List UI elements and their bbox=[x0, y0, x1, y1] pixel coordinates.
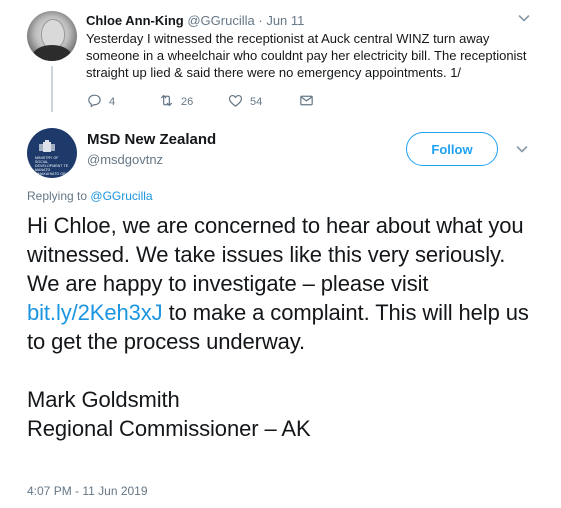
chevron-down-icon[interactable] bbox=[514, 141, 530, 157]
like-action[interactable]: 54 bbox=[227, 93, 262, 111]
like-icon bbox=[227, 92, 244, 112]
main-text-part1: Hi Chloe, we are concerned to hear about… bbox=[27, 213, 524, 296]
crest-logo bbox=[39, 140, 55, 152]
reply-icon bbox=[86, 92, 103, 112]
retweet-action[interactable]: 26 bbox=[158, 93, 193, 111]
retweet-icon bbox=[158, 92, 175, 112]
signature-name: Mark Goldsmith bbox=[27, 387, 180, 412]
replying-to-handle-link[interactable]: @GGrucilla bbox=[90, 189, 152, 203]
reply-count: 4 bbox=[109, 96, 116, 108]
main-author-name[interactable]: MSD New Zealand bbox=[87, 131, 216, 148]
replying-to: Replying to @GGrucilla bbox=[27, 189, 153, 203]
replying-prefix: Replying to bbox=[27, 189, 88, 203]
main-tweet-text: Hi Chloe, we are concerned to hear about… bbox=[27, 211, 537, 443]
avatar-chloe[interactable] bbox=[27, 11, 77, 61]
avatar-ministry-text: MINISTRY OF SOCIAL DEVELOPMENT TE MANATŪ… bbox=[35, 156, 69, 176]
parent-author-name[interactable]: Chloe Ann-King bbox=[86, 13, 184, 28]
parent-tweet-text: Yesterday I witnessed the receptionist a… bbox=[86, 31, 527, 80]
thread-connector-line bbox=[51, 66, 53, 112]
parent-tweet-header: Chloe Ann-King @GGrucilla · Jun 11 bbox=[86, 13, 304, 28]
reply-action[interactable]: 4 bbox=[86, 93, 115, 111]
parent-author-handle[interactable]: @GGrucilla bbox=[187, 13, 254, 28]
direct-message-action[interactable] bbox=[298, 93, 315, 111]
complaint-link[interactable]: bit.ly/2Keh3xJ bbox=[27, 300, 163, 325]
follow-button[interactable]: Follow bbox=[406, 132, 498, 166]
separator-dot: · bbox=[258, 13, 263, 28]
signature-title: Regional Commissioner – AK bbox=[27, 416, 311, 441]
avatar-msd[interactable]: MINISTRY OF SOCIAL DEVELOPMENT TE MANATŪ… bbox=[27, 128, 77, 178]
message-icon bbox=[298, 92, 315, 112]
main-tweet-timestamp[interactable]: 4:07 PM - 11 Jun 2019 bbox=[27, 484, 148, 498]
like-count: 54 bbox=[250, 96, 263, 108]
main-author-handle[interactable]: @msdgovtnz bbox=[87, 152, 163, 167]
retweet-count: 26 bbox=[181, 96, 194, 108]
chevron-down-icon[interactable] bbox=[516, 10, 532, 26]
parent-tweet-time[interactable]: Jun 11 bbox=[266, 13, 304, 28]
